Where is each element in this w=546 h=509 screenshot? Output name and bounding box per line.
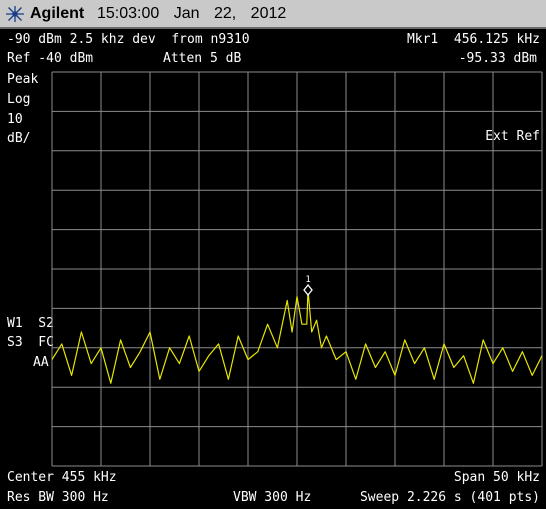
- analyzer-screen: -90 dBm 2.5 khz dev from n9310 Mkr1 456.…: [0, 29, 546, 509]
- time-text: 15:03:00: [97, 5, 160, 22]
- brand-name: Agilent: [30, 5, 85, 22]
- date-text: Jan 22, 2012: [173, 5, 287, 22]
- agilent-logo-icon: [6, 6, 24, 22]
- marker-1: 1: [303, 275, 313, 297]
- spectrum-plot: 1: [51, 71, 543, 467]
- clock-readout: 15:03:00 Jan 22, 2012: [97, 5, 286, 23]
- marker-label: 1: [305, 275, 310, 285]
- graticule: [51, 71, 543, 467]
- marker-diamond-icon: [303, 283, 313, 297]
- title-bar: Agilent 15:03:00 Jan 22, 2012: [0, 0, 546, 29]
